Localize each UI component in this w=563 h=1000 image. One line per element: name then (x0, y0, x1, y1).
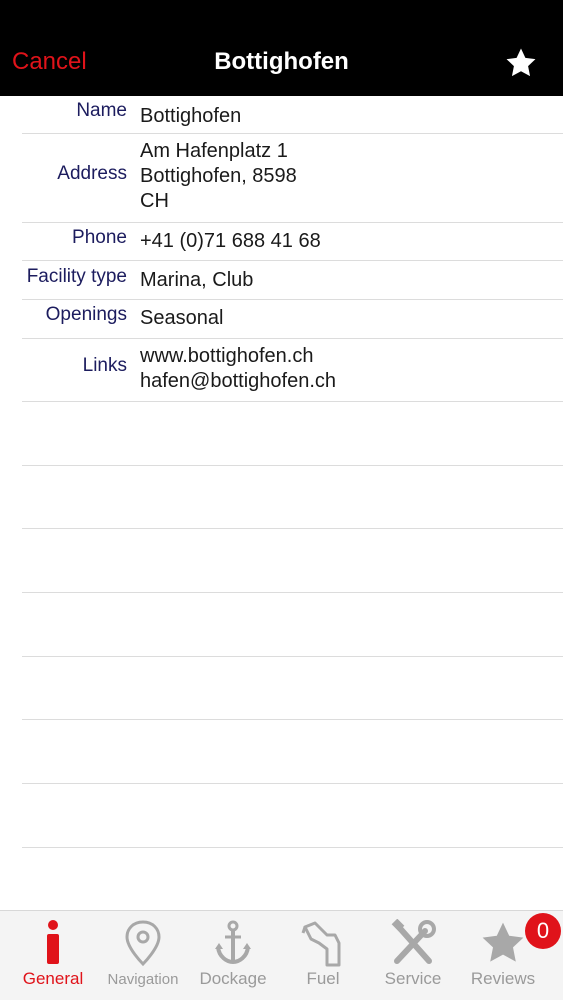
name-value: Bottighofen (140, 105, 242, 127)
tab-dockage-label: Dockage (199, 969, 267, 988)
page-title: Bottighofen (214, 48, 349, 75)
separator (22, 338, 563, 339)
website-link[interactable]: www.bottighofen.ch (140, 344, 313, 369)
tab-fuel[interactable]: Fuel (278, 911, 368, 1000)
openings-value: Seasonal (140, 307, 224, 329)
navigation-bar: Cancel Bottighofen (0, 0, 563, 96)
tab-service[interactable]: Service (368, 911, 458, 1000)
star-icon (482, 922, 524, 962)
separator (22, 299, 563, 300)
name-label: Name (76, 100, 127, 121)
location-pin-icon (125, 920, 161, 967)
tab-fuel-label: Fuel (306, 969, 340, 988)
info-icon (47, 920, 59, 964)
details-list: Name Bottighofen Address Am Hafenplatz 1… (0, 96, 563, 910)
phone-value[interactable]: +41 (0)71 688 41 68 (140, 229, 321, 254)
links-label: Links (82, 355, 127, 376)
separator (22, 783, 563, 784)
reviews-count-badge: 0 (525, 913, 561, 949)
separator (22, 847, 563, 848)
separator (22, 592, 563, 593)
separator (22, 133, 563, 134)
tools-icon (391, 919, 436, 964)
anchor-icon (215, 920, 251, 965)
tab-general-label: General (22, 969, 84, 988)
address-line-3: CH (140, 190, 169, 212)
separator (22, 222, 563, 223)
tab-general[interactable]: General (8, 911, 98, 1000)
tab-dockage[interactable]: Dockage (188, 911, 278, 1000)
facility-type-value: Marina, Club (140, 269, 254, 291)
tab-service-label: Service (384, 969, 442, 988)
separator (22, 656, 563, 657)
address-line-2: Bottighofen, 8598 (140, 165, 297, 187)
separator (22, 465, 563, 466)
email-link[interactable]: hafen@bottighofen.ch (140, 369, 336, 394)
fuel-nozzle-icon (301, 921, 341, 967)
separator (22, 401, 563, 402)
facility-type-label: Facility type (26, 266, 127, 287)
phone-label: Phone (72, 227, 127, 248)
tab-navigation[interactable]: Navigation (98, 911, 188, 1000)
address-line-1: Am Hafenplatz 1 (140, 140, 288, 162)
separator (22, 528, 563, 529)
openings-label: Openings (45, 304, 127, 325)
separator (22, 260, 563, 261)
tab-bar: General Navigation Dockage Fuel Service … (0, 910, 563, 1000)
favorite-star-icon[interactable] (503, 46, 539, 80)
tab-navigation-label: Navigation (107, 971, 179, 988)
address-label: Address (57, 163, 127, 184)
separator (22, 719, 563, 720)
tab-reviews-label: Reviews (470, 969, 536, 988)
